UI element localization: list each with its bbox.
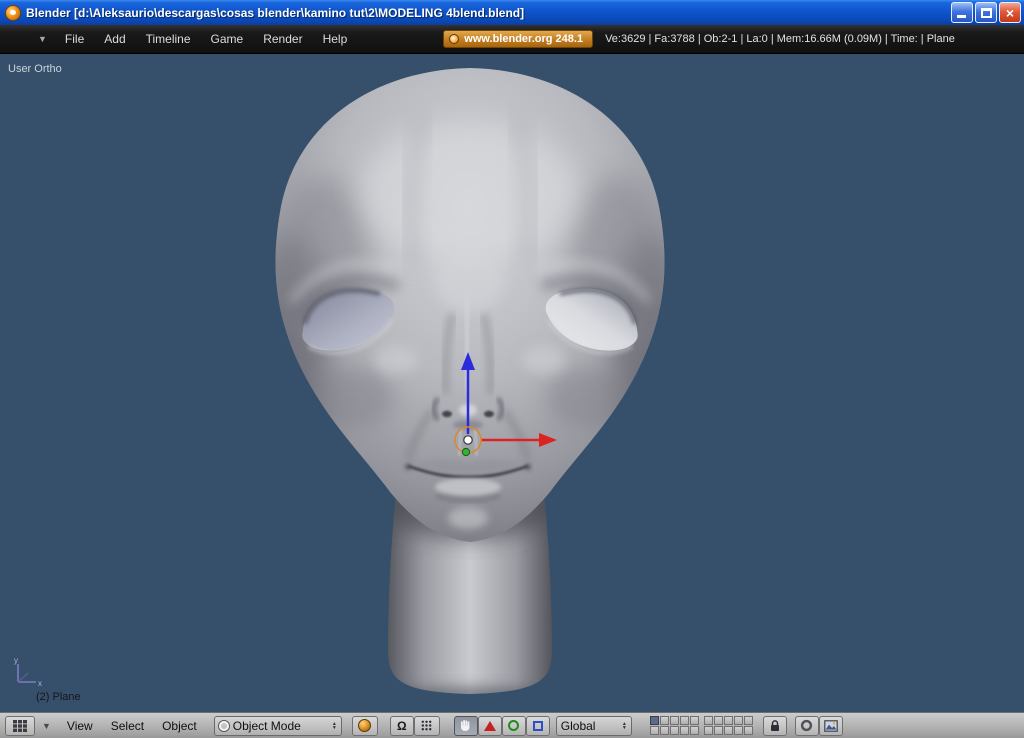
minimize-icon (957, 15, 966, 18)
editor-type-button[interactable] (5, 715, 35, 736)
layer-cell[interactable] (689, 726, 699, 735)
layer-cell[interactable] (703, 716, 713, 725)
active-object-label: (2) Plane (36, 691, 81, 703)
snap-grid-button[interactable] (413, 715, 440, 736)
object-center-dot (461, 447, 471, 457)
top-menubar: ▼ File Add Timeline Game Render Help www… (0, 25, 1024, 54)
minimize-button[interactable] (951, 2, 973, 23)
render-ring-icon (801, 719, 813, 732)
manipulator-toggle-button[interactable] (453, 715, 478, 736)
layer-cell[interactable] (689, 716, 699, 725)
layer-cell[interactable] (733, 726, 743, 735)
layer-cell[interactable] (723, 716, 733, 725)
blender-logo-icon (449, 34, 460, 44)
close-button[interactable]: × (999, 2, 1021, 23)
gizmo-center (463, 435, 473, 445)
scale-manipulator-button[interactable] (525, 715, 550, 736)
layer-cell[interactable] (679, 726, 689, 735)
rotate-ring-icon (508, 720, 520, 731)
lock-layers-button[interactable] (762, 715, 787, 736)
translate-arrow-icon (483, 720, 496, 731)
dropdown-arrows-icon: ▲ ▼ (331, 720, 337, 731)
svg-text:x: x (38, 679, 42, 688)
menu-object[interactable]: Object (153, 719, 206, 733)
layer-cell[interactable] (659, 716, 669, 725)
viewport-shading-button[interactable] (351, 715, 378, 736)
layer-cell[interactable] (723, 726, 733, 735)
window-controls: × (951, 2, 1021, 23)
hand-icon (461, 720, 470, 731)
dropdown-arrows-icon: ▲ ▼ (621, 720, 627, 731)
view-mode-label: User Ortho (8, 63, 62, 75)
orientation-value: Global (560, 718, 596, 733)
pivot-icon: Ω (396, 718, 407, 733)
layer-cell[interactable] (649, 716, 659, 725)
3d-viewport[interactable]: User Ortho y x (2) Plane (0, 54, 1024, 712)
layer-cell[interactable] (743, 716, 753, 725)
blender-org-label: www.blender.org 248.1 (464, 33, 584, 45)
orientation-dropdown[interactable]: Global ▲ ▼ (555, 715, 632, 736)
viewport-header: ▼ View Select Object Object Mode ▲ ▼ Ω G… (0, 712, 1024, 738)
grid-dots-icon (421, 720, 432, 731)
rotate-manipulator-button[interactable] (501, 715, 526, 736)
layer-cell[interactable] (733, 716, 743, 725)
window-title: Blender [d:\Aleksaurio\descargas\cosas b… (26, 5, 525, 20)
render-image-button[interactable] (818, 715, 843, 736)
layer-cell[interactable] (679, 716, 689, 725)
scale-square-icon (532, 720, 543, 731)
alien-head-model (275, 68, 665, 694)
shading-sphere-icon (358, 719, 372, 732)
blender-org-badge[interactable]: www.blender.org 248.1 (443, 30, 594, 48)
layer-cell[interactable] (669, 726, 679, 735)
titlebar: Blender [d:\Aleksaurio\descargas\cosas b… (0, 0, 1024, 25)
layer-buttons (649, 716, 753, 735)
menu-add[interactable]: Add (94, 29, 135, 49)
header-collapse-icon[interactable]: ▼ (30, 34, 55, 44)
layer-block-1 (649, 716, 699, 735)
menu-game[interactable]: Game (201, 29, 254, 49)
editor-grid-icon (13, 719, 27, 732)
menu-view[interactable]: View (58, 719, 102, 733)
maximize-button[interactable] (975, 2, 997, 23)
menu-help[interactable]: Help (313, 29, 358, 49)
layer-cell[interactable] (713, 716, 723, 725)
menu-render[interactable]: Render (253, 29, 312, 49)
mode-dropdown[interactable]: Object Mode ▲ ▼ (213, 715, 342, 736)
layer-cell[interactable] (703, 726, 713, 735)
translate-manipulator-button[interactable] (477, 715, 502, 736)
layer-cell[interactable] (659, 726, 669, 735)
menu-select[interactable]: Select (102, 719, 153, 733)
layer-cell[interactable] (649, 726, 659, 735)
header-menu-collapse-icon[interactable]: ▼ (35, 721, 58, 731)
maximize-icon (981, 8, 992, 18)
render-preview-button[interactable] (794, 715, 819, 736)
lock-icon (770, 720, 779, 731)
blender-window: Blender [d:\Aleksaurio\descargas\cosas b… (0, 0, 1024, 738)
layer-block-2 (703, 716, 753, 735)
mini-axis-gizmo: y x (14, 656, 42, 688)
close-icon: × (1005, 4, 1015, 21)
menu-file[interactable]: File (55, 29, 94, 49)
pivot-point-button[interactable]: Ω (389, 715, 414, 736)
svg-text:y: y (14, 656, 18, 665)
layer-cell[interactable] (669, 716, 679, 725)
layer-cell[interactable] (743, 726, 753, 735)
object-mode-icon (218, 720, 229, 731)
scene-stats: Ve:3629 | Fa:3788 | Ob:2-1 | La:0 | Mem:… (605, 33, 955, 45)
blender-app-icon (5, 4, 21, 21)
menu-timeline[interactable]: Timeline (136, 29, 201, 49)
image-icon (823, 719, 838, 732)
layer-cell[interactable] (713, 726, 723, 735)
mode-dropdown-value: Object Mode (232, 718, 301, 733)
